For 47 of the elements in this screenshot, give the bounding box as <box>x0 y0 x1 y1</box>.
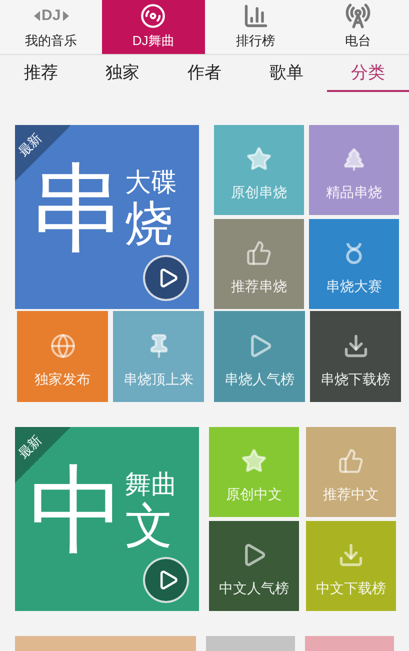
tile-label: 原创中文 <box>226 485 282 504</box>
play-button[interactable] <box>143 557 189 603</box>
tile-label: 精品串烧 <box>326 183 382 202</box>
nav-tab[interactable]: DJ 我的音乐 <box>0 0 102 54</box>
tile-label: 独家发布 <box>34 370 90 389</box>
ribbon-label: 最新 <box>15 129 46 161</box>
tile-label: 中文下载榜 <box>316 579 386 598</box>
category-tile[interactable]: 推荐串烧 <box>214 219 304 309</box>
category-tile[interactable]: 串烧人气榜 <box>214 311 305 402</box>
thumbs-up-icon <box>338 448 364 474</box>
star-icon <box>246 146 272 172</box>
category-tab[interactable]: 作者 <box>164 55 246 92</box>
category-tab[interactable]: 歌单 <box>245 55 328 92</box>
tile-label: 串烧顶上来 <box>124 370 194 389</box>
feature-title: 烧 <box>125 201 173 249</box>
nav-tab[interactable]: 排行榜 <box>204 0 307 54</box>
feature-subtitle: 舞曲 <box>125 471 177 497</box>
category-tab[interactable]: 分类 <box>327 55 409 92</box>
category-tile[interactable]: 串烧下载榜 <box>310 311 401 402</box>
tile-label: 串烧人气榜 <box>224 370 294 389</box>
tile-label: 推荐中文 <box>323 485 379 504</box>
globe-icon <box>50 333 76 359</box>
category-tab[interactable]: 独家 <box>82 55 164 92</box>
thumbs-up-icon <box>246 240 272 266</box>
star-icon <box>241 448 267 474</box>
feature-title: 串 <box>29 161 125 257</box>
tile-label: 串烧大赛 <box>326 277 382 296</box>
play-button[interactable] <box>143 255 189 301</box>
download-icon <box>342 333 368 359</box>
antenna-icon <box>344 3 371 30</box>
feature-subtitle: 大碟 <box>125 169 177 195</box>
tile-label: 推荐串烧 <box>231 277 287 296</box>
category-tile[interactable]: 中文人气榜 <box>209 521 299 611</box>
download-icon <box>338 542 364 568</box>
disc-icon <box>140 3 166 30</box>
nav-tab[interactable]: DJ舞曲 <box>102 0 204 54</box>
feature-title: 文 <box>125 503 173 551</box>
nav-tab[interactable]: 电台 <box>306 0 409 54</box>
tile-label: 原创串烧 <box>231 183 287 202</box>
feature-title: 中 <box>29 463 125 559</box>
category-tile[interactable]: 串烧大赛 <box>309 219 399 309</box>
category-tab[interactable]: 推荐 <box>0 55 82 92</box>
bar-chart-icon <box>242 3 269 30</box>
tile-label: 串烧下载榜 <box>320 370 390 389</box>
tile-label: 中文人气榜 <box>219 579 289 598</box>
tree-icon <box>341 146 367 172</box>
ribbon-label: 最新 <box>15 431 46 463</box>
